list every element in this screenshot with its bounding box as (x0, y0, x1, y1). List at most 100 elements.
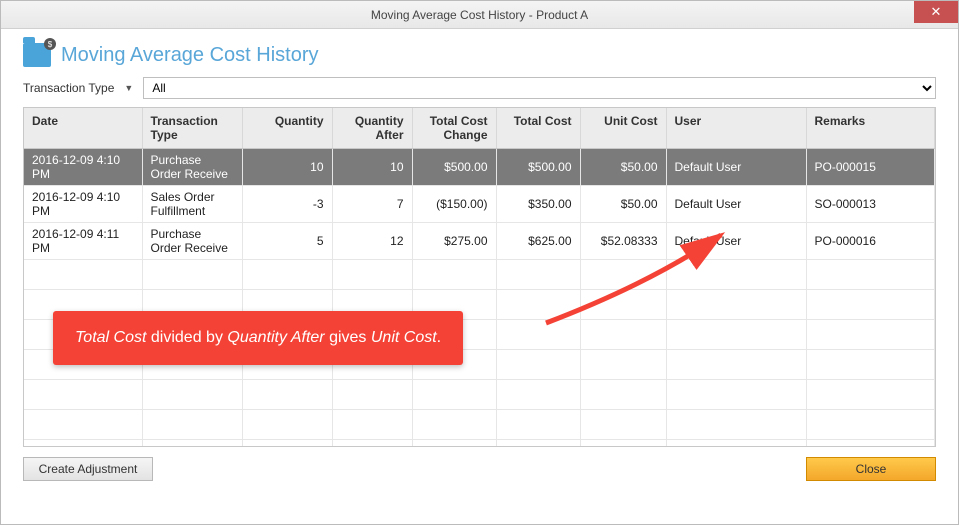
cell-date: 2016-12-09 4:10 PM (24, 186, 142, 223)
page-title: Moving Average Cost History (61, 44, 319, 67)
cell-user: Default User (666, 149, 806, 186)
cell-empty (580, 380, 666, 410)
cell-user: Default User (666, 186, 806, 223)
cell-empty (580, 320, 666, 350)
cell-remarks: PO-000016 (806, 223, 935, 260)
cell-empty (806, 440, 935, 448)
cost-history-grid[interactable]: Date Transaction Type Quantity Quantity … (23, 107, 936, 447)
col-cost-change[interactable]: Total Cost Change (412, 108, 496, 149)
cell-empty (496, 440, 580, 448)
cell-empty (496, 290, 580, 320)
table-row[interactable]: 2016-12-09 4:10 PMPurchase Order Receive… (24, 149, 935, 186)
cell-empty (496, 320, 580, 350)
cell-unit-cost: $50.00 (580, 149, 666, 186)
window-close-button[interactable]: ✕ (914, 1, 958, 23)
cell-empty (806, 350, 935, 380)
cell-empty (580, 350, 666, 380)
cell-empty (580, 410, 666, 440)
table-row-empty (24, 410, 935, 440)
cell-remarks: SO-000013 (806, 186, 935, 223)
cell-type: Purchase Order Receive (142, 223, 242, 260)
annotation-text: Total Cost divided by Quantity After giv… (75, 329, 441, 346)
cell-type: Sales Order Fulfillment (142, 186, 242, 223)
col-qty-after[interactable]: Quantity After (332, 108, 412, 149)
col-total-cost[interactable]: Total Cost (496, 108, 580, 149)
dollar-badge-icon: $ (44, 38, 56, 50)
cell-qty: -3 (242, 186, 332, 223)
cell-cost-change: $500.00 (412, 149, 496, 186)
cell-user: Default User (666, 223, 806, 260)
cell-empty (496, 410, 580, 440)
cell-type: Purchase Order Receive (142, 149, 242, 186)
title-bar: Moving Average Cost History - Product A … (1, 1, 958, 29)
folder-dollar-icon: $ (23, 43, 51, 67)
cell-date: 2016-12-09 4:10 PM (24, 149, 142, 186)
transaction-type-label: Transaction Type (23, 81, 114, 95)
cell-empty (242, 410, 332, 440)
table-row[interactable]: 2016-12-09 4:11 PMPurchase Order Receive… (24, 223, 935, 260)
page-header: $ Moving Average Cost History (23, 43, 936, 67)
cell-total-cost: $625.00 (496, 223, 580, 260)
cell-empty (806, 380, 935, 410)
cell-empty (242, 380, 332, 410)
cell-empty (24, 260, 142, 290)
cell-qty-after: 7 (332, 186, 412, 223)
cell-empty (24, 440, 142, 448)
cell-empty (242, 260, 332, 290)
chevron-down-icon[interactable]: ▼ (120, 83, 137, 93)
table-row-empty (24, 380, 935, 410)
cell-qty: 5 (242, 223, 332, 260)
cell-empty (24, 380, 142, 410)
cell-empty (412, 440, 496, 448)
cell-empty (332, 380, 412, 410)
table-row-empty (24, 260, 935, 290)
cell-empty (806, 410, 935, 440)
cell-empty (666, 290, 806, 320)
cell-empty (666, 320, 806, 350)
col-user[interactable]: User (666, 108, 806, 149)
transaction-type-select[interactable]: All (143, 77, 936, 99)
annotation-callout: Total Cost divided by Quantity After giv… (53, 311, 463, 365)
cell-qty-after: 12 (332, 223, 412, 260)
cell-empty (666, 260, 806, 290)
cell-total-cost: $500.00 (496, 149, 580, 186)
cell-empty (242, 440, 332, 448)
cell-empty (496, 380, 580, 410)
cell-empty (496, 350, 580, 380)
create-adjustment-button[interactable]: Create Adjustment (23, 457, 153, 481)
window-title: Moving Average Cost History - Product A (371, 8, 588, 22)
table-row-empty (24, 440, 935, 448)
cell-empty (806, 290, 935, 320)
cell-qty-after: 10 (332, 149, 412, 186)
cell-qty: 10 (242, 149, 332, 186)
cell-unit-cost: $52.08333 (580, 223, 666, 260)
cell-empty (332, 260, 412, 290)
cell-total-cost: $350.00 (496, 186, 580, 223)
cell-remarks: PO-000015 (806, 149, 935, 186)
col-unit-cost[interactable]: Unit Cost (580, 108, 666, 149)
cell-empty (496, 260, 580, 290)
filter-row: Transaction Type ▼ All (23, 77, 936, 99)
cell-empty (412, 380, 496, 410)
cell-empty (666, 410, 806, 440)
cell-empty (666, 440, 806, 448)
table-header-row: Date Transaction Type Quantity Quantity … (24, 108, 935, 149)
cell-cost-change: $275.00 (412, 223, 496, 260)
cell-empty (332, 440, 412, 448)
table-row[interactable]: 2016-12-09 4:10 PMSales Order Fulfillmen… (24, 186, 935, 223)
cell-empty (666, 350, 806, 380)
cell-empty (332, 410, 412, 440)
cell-empty (142, 260, 242, 290)
button-row: Create Adjustment Close (23, 457, 936, 481)
cell-empty (412, 410, 496, 440)
col-qty[interactable]: Quantity (242, 108, 332, 149)
col-remarks[interactable]: Remarks (806, 108, 935, 149)
col-type[interactable]: Transaction Type (142, 108, 242, 149)
cell-empty (24, 410, 142, 440)
cell-empty (666, 380, 806, 410)
cell-empty (412, 260, 496, 290)
cell-empty (580, 260, 666, 290)
col-date[interactable]: Date (24, 108, 142, 149)
cell-empty (806, 260, 935, 290)
close-button[interactable]: Close (806, 457, 936, 481)
